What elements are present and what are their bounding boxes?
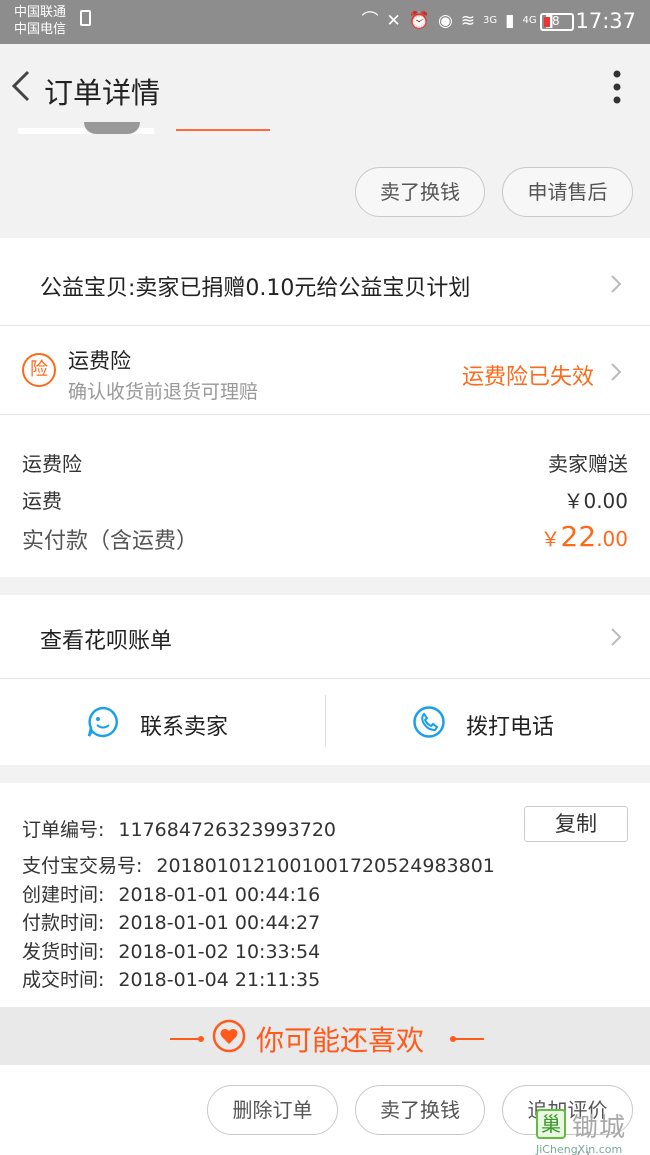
chevron-right-icon: [611, 363, 622, 381]
info-label: 支付宝交易号:: [22, 855, 143, 877]
mute-icon: ✕: [386, 11, 401, 31]
decor-line-right: [452, 1038, 484, 1040]
carrier-1: 中国联通: [14, 5, 67, 20]
completed-time-line: 成交时间: 2018-01-04 21:11:35: [22, 965, 320, 992]
huabei-label: 查看花呗账单: [40, 629, 173, 654]
contact-seller-button[interactable]: 联系卖家: [0, 679, 325, 765]
status-icons: ⌒ ✕ ⏰ ◉ ≋ 3G ▮ 4G ▮: [362, 10, 554, 32]
back-arrow-icon[interactable]: [8, 68, 36, 104]
info-value: 2018-01-01 00:44:27: [118, 912, 321, 934]
clock: 17:37: [575, 9, 636, 33]
contact-bar: 联系卖家 拨打电话: [0, 679, 650, 765]
shipped-time-line: 发货时间: 2018-01-02 10:33:54: [22, 937, 320, 964]
insurance-value: 卖家赠送: [548, 452, 628, 476]
battery-level: [544, 17, 550, 27]
info-label: 成交时间:: [22, 969, 105, 991]
total-decimal: .00: [596, 527, 628, 551]
carrier-2: 中国电信: [14, 22, 67, 37]
charity-text: 公益宝贝:卖家已捐赠0.10元给公益宝贝计划: [40, 276, 471, 301]
shipping-label: 运费: [22, 489, 62, 513]
shipping-value: ￥0.00: [563, 489, 628, 513]
phone-icon: [413, 706, 445, 738]
info-value: 2018-01-02 10:33:54: [118, 941, 321, 963]
peek-orange-line: [176, 129, 270, 131]
chevron-right-icon: [611, 275, 622, 293]
product-image-peek: [0, 122, 650, 136]
insurance-status: 运费险已失效: [462, 365, 595, 390]
huabei-bill-row[interactable]: 查看花呗账单: [0, 595, 650, 678]
insurance-subtitle: 确认收货前退货可理赔: [68, 381, 259, 403]
info-value: 2018-01-04 21:11:35: [118, 969, 321, 991]
price-summary: 运费险 卖家赠送 运费 ￥0.00 实付款（含运费） ￥22.00: [0, 415, 650, 577]
total-label: 实付款（含运费）: [22, 529, 199, 554]
watermark-logo-icon: 巢: [536, 1109, 566, 1139]
copy-button[interactable]: 复制: [524, 806, 628, 842]
shipping-insurance-row[interactable]: 运费险 确认收货前退货可理赔 运费险已失效: [0, 326, 650, 414]
sim-card-icon: [80, 10, 91, 26]
apply-after-sale-button[interactable]: 申请售后: [502, 167, 633, 217]
insurance-icon: 险: [22, 353, 56, 387]
sell-for-money-button-bottom[interactable]: 卖了换钱: [355, 1085, 485, 1135]
total-currency: ￥: [540, 527, 561, 551]
recommend-banner: 你可能还喜欢: [0, 1007, 650, 1065]
info-label: 订单编号:: [22, 819, 105, 841]
call-phone-button[interactable]: 拨打电话: [326, 679, 650, 765]
info-value: 2018010121001001720524983801: [156, 855, 495, 877]
page-title: 订单详情: [44, 76, 161, 110]
total-value: ￥22.00: [541, 520, 628, 553]
total-integer: 22: [560, 520, 597, 553]
carrier-info: 中国联通 中国电信: [14, 4, 66, 38]
alipay-number-line: 支付宝交易号: 2018010121001001720524983801: [22, 851, 495, 878]
order-number-line: 订单编号: 117684726323993720: [22, 815, 336, 842]
decor-dot-left: [198, 1036, 204, 1042]
alarm-icon: ⏰: [408, 11, 430, 31]
created-time-line: 创建时间: 2018-01-01 00:44:16: [22, 880, 320, 907]
charity-row[interactable]: 公益宝贝:卖家已捐赠0.10元给公益宝贝计划: [0, 238, 650, 326]
status-bar: 中国联通 中国电信 ⌒ ✕ ⏰ ◉ ≋ 3G ▮ 4G ▮ 8 17:37: [0, 0, 650, 44]
header: 订单详情: [0, 44, 650, 130]
headphones-icon: ⌒: [361, 11, 379, 31]
insurance-title: 运费险: [68, 349, 131, 373]
battery-text: 8: [552, 14, 560, 28]
battery-icon: 8: [540, 13, 574, 31]
wifi-icon: ≋: [460, 11, 476, 31]
info-label: 付款时间:: [22, 912, 105, 934]
sell-for-money-button[interactable]: 卖了换钱: [355, 167, 485, 217]
chevron-right-icon: [611, 628, 622, 646]
delete-order-button[interactable]: 删除订单: [207, 1085, 338, 1135]
info-value: 2018-01-01 00:44:16: [118, 884, 321, 906]
network-2-label: 4G: [522, 15, 537, 26]
more-options-icon[interactable]: [612, 70, 622, 104]
recommend-label: 你可能还喜欢: [256, 1024, 425, 1057]
network-1-label: 3G: [483, 15, 498, 26]
contact-seller-label: 联系卖家: [140, 715, 229, 740]
insurance-label: 运费险: [22, 452, 82, 476]
peek-circle: [84, 122, 140, 134]
info-value: 117684726323993720: [118, 819, 336, 841]
chat-bubble-icon: [87, 706, 118, 738]
call-phone-label: 拨打电话: [466, 715, 555, 740]
heart-icon: [212, 1019, 246, 1053]
watermark: 巢 锄城信 JiChengXin.com: [532, 1105, 650, 1155]
watermark-url: JiChengXin.com: [536, 1143, 623, 1155]
info-label: 发货时间:: [22, 941, 105, 963]
eye-icon: ◉: [437, 11, 453, 31]
signal-icon-1: ▮: [505, 11, 515, 31]
info-label: 创建时间:: [22, 884, 105, 906]
paid-time-line: 付款时间: 2018-01-01 00:44:27: [22, 908, 320, 935]
